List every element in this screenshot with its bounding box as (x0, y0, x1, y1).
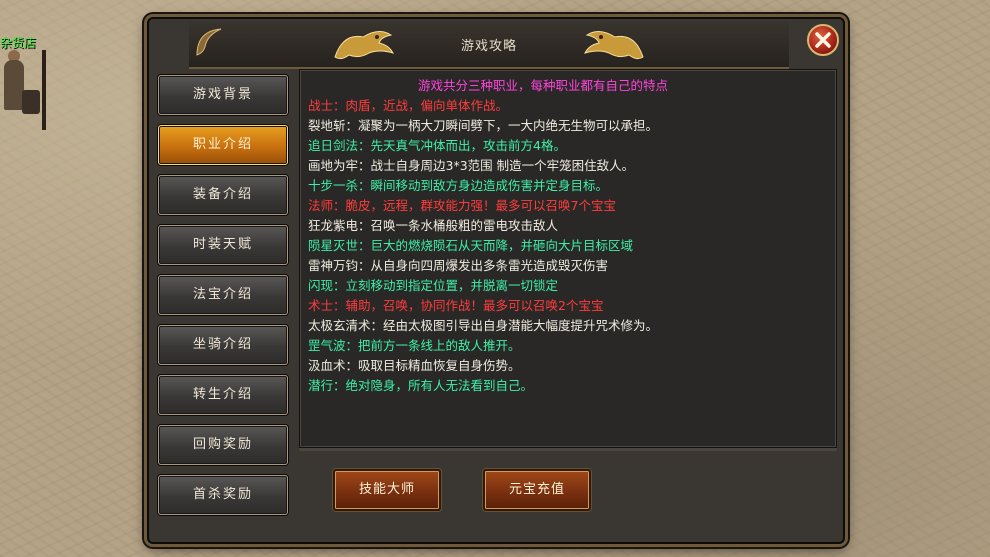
skill-master-button[interactable]: 技能大师 (333, 469, 441, 511)
guide-line: 陨星灭世：巨大的燃烧陨石从天而降，并砸向大片目标区域 (308, 238, 634, 253)
tab-buyback-reward[interactable]: 回购奖励 (158, 425, 288, 465)
guide-line: 汲血术：吸取目标精血恢复自身伤势。 (308, 358, 521, 373)
guide-line: 闪现：立刻移动到指定位置，并脱离一切锁定 (308, 278, 559, 293)
tab-class-intro[interactable]: 职业介绍 (158, 125, 288, 165)
tab-equipment-intro[interactable]: 装备介绍 (158, 175, 288, 215)
guide-line: 战士：肉盾，近战，偏向单体作战。 (308, 98, 509, 113)
tab-first-kill-reward[interactable]: 首杀奖励 (158, 475, 288, 515)
tab-fashion-talent[interactable]: 时装天赋 (158, 225, 288, 265)
tab-treasure-intro[interactable]: 法宝介绍 (158, 275, 288, 315)
guide-line: 画地为牢：战士自身周边3*3范围 制造一个牢笼困住敌人。 (308, 158, 635, 173)
guide-text-list: 游戏共分三种职业，每种职业都有自己的特点战士：肉盾，近战，偏向单体作战。裂地斩：… (308, 76, 838, 396)
npc-character[interactable] (0, 50, 48, 130)
close-button[interactable] (807, 24, 839, 56)
window-title: 游戏攻略 (460, 39, 517, 54)
guide-heading: 游戏共分三种职业，每种职业都有自己的特点 (417, 78, 668, 93)
guide-line: 十步一杀：瞬间移动到敌方身边造成伤害并定身目标。 (308, 178, 609, 193)
close-icon (815, 32, 831, 48)
guide-line: 雷神万钧：从自身向四周爆发出多条雷光造成毁灭伤害 (308, 258, 609, 273)
title-bar[interactable]: 游戏攻略 (189, 21, 789, 69)
guide-content-panel[interactable]: 游戏共分三种职业，每种职业都有自己的特点战士：肉盾，近战，偏向单体作战。裂地斩：… (299, 69, 837, 448)
npc-body (4, 60, 24, 110)
tab-mount-intro[interactable]: 坐骑介绍 (158, 325, 288, 365)
recharge-button[interactable]: 元宝充值 (483, 469, 591, 511)
barrel-prop (22, 90, 40, 114)
tab-rebirth-intro[interactable]: 转生介绍 (158, 375, 288, 415)
guide-line: 太极玄清术：经由太极图引导出自身潜能大幅度提升咒术修为。 (308, 318, 659, 333)
guide-line: 法师：脆皮，远程，群攻能力强！最多可以召唤7个宝宝 (308, 198, 616, 213)
pole-prop (42, 50, 46, 130)
guide-line: 潜行：绝对隐身，所有人无法看到自己。 (308, 378, 534, 393)
guide-line: 术士：辅助，召唤，协同作战！最多可以召唤2个宝宝 (308, 298, 604, 313)
game-guide-window: 游戏攻略 游戏背景 职业介绍 装备介绍 时装天赋 法宝介绍 坐骑介绍 转生介绍 … (147, 17, 845, 544)
guide-line: 追日剑法：先天真气冲体而出，攻击前方4格。 (308, 138, 566, 153)
panel-divider (299, 447, 837, 451)
npc-shop-label[interactable]: 杂货店 (0, 34, 36, 51)
tab-game-background[interactable]: 游戏背景 (158, 75, 288, 115)
guide-line: 裂地斩：凝聚为一柄大刀瞬间劈下，一大内绝无生物可以承担。 (308, 118, 659, 133)
golden-dragon-icon (584, 31, 644, 60)
guide-line: 罡气波：把前方一条线上的敌人推开。 (308, 338, 521, 353)
guide-line: 狂龙紫电：召唤一条水桶般粗的雷电攻击敌人 (308, 218, 559, 233)
